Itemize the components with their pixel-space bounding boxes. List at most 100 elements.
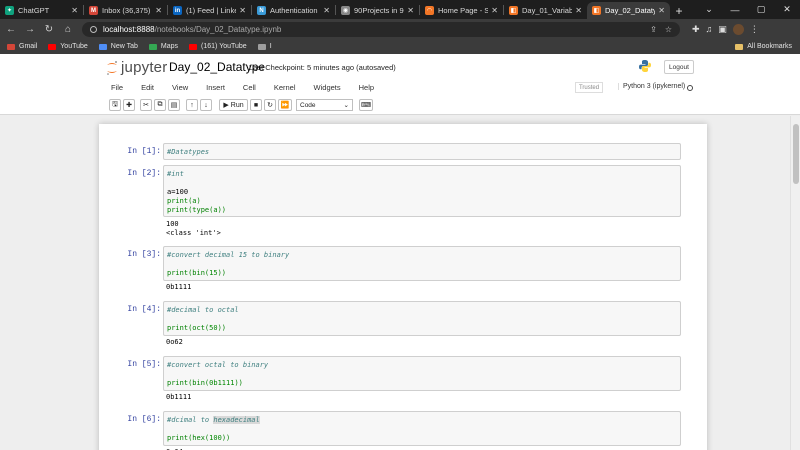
tab-search-icon[interactable]: ⌄	[696, 4, 722, 15]
reload-icon[interactable]: ↻	[41, 24, 57, 35]
cut-button[interactable]: ✂	[140, 99, 152, 111]
scrollbar-thumb[interactable]	[793, 124, 799, 184]
menu-insert[interactable]: Insert	[206, 83, 225, 92]
paste-button[interactable]: ▤	[168, 99, 180, 111]
close-tab-icon[interactable]: ✕	[491, 6, 498, 15]
bookmark-star-icon[interactable]: ☆	[665, 25, 672, 34]
cell-input[interactable]: #Datatypes	[163, 143, 681, 160]
bookmark-youtube-161[interactable]: (161) YouTube	[189, 43, 247, 50]
bookmark-gmail[interactable]: Gmail	[7, 43, 37, 50]
output-line: 0b1111	[166, 393, 192, 401]
menu-help[interactable]: Help	[359, 83, 374, 92]
menu-kernel[interactable]: Kernel	[274, 83, 296, 92]
browser-tab-90projects[interactable]: ◉ 90Projects in 90 ✕	[336, 2, 419, 19]
move-down-button[interactable]: ↓	[200, 99, 212, 111]
side-panel-icon[interactable]: ▣	[718, 24, 727, 35]
maximize-icon[interactable]: ▢	[748, 4, 774, 15]
interrupt-button[interactable]: ■	[250, 99, 262, 111]
share-icon[interactable]: ⇪	[650, 25, 657, 34]
vertical-scrollbar[interactable]	[790, 116, 800, 450]
gmail-icon	[7, 43, 15, 50]
close-window-icon[interactable]: ✕	[774, 4, 800, 15]
profile-avatar[interactable]	[732, 23, 744, 35]
cell-prompt: In [5]:	[127, 360, 161, 369]
cell-input[interactable]: #convert octal to binary print(bin(0b111…	[163, 356, 681, 391]
insert-cell-button[interactable]: ✚	[123, 99, 135, 111]
menu-view[interactable]: View	[172, 83, 188, 92]
gmail-icon: M	[89, 6, 98, 15]
site-info-icon[interactable]	[90, 25, 97, 33]
menu-file[interactable]: File	[111, 83, 123, 92]
browser-tab-home-page[interactable]: ◠ Home Page - Se ✕	[420, 2, 503, 19]
move-up-button[interactable]: ↑	[186, 99, 198, 111]
menu-edit[interactable]: Edit	[141, 83, 154, 92]
address-bar[interactable]: localhost:8888 /notebooks/Day_02_Datatyp…	[82, 21, 680, 37]
cell-type-select[interactable]: Code ⌄	[296, 99, 353, 111]
all-bookmarks-button[interactable]: All Bookmarks	[735, 43, 792, 50]
cell-input[interactable]: #convert decimal 15 to binary print(bin(…	[163, 246, 681, 281]
browser-menu-icon[interactable]: ⋮	[750, 24, 759, 35]
tab-title: ChatGPT	[18, 6, 50, 15]
bookmark-new-tab[interactable]: New Tab	[98, 43, 138, 50]
minimize-icon[interactable]: —	[722, 5, 748, 15]
bookmark-youtube[interactable]: YouTube	[48, 43, 88, 50]
cell-prompt: In [3]:	[127, 250, 161, 259]
browser-tab-linkedin[interactable]: in (1) Feed | Linked ✕	[168, 2, 251, 19]
cell-prompt: In [4]:	[127, 305, 161, 314]
bookmark-label: (161) YouTube	[201, 43, 247, 50]
jupyter-logo[interactable]: jupyter	[106, 59, 167, 76]
cell-input[interactable]: #int a=100 print(a) print(type(a))	[163, 165, 681, 217]
trusted-indicator[interactable]: Trusted	[575, 82, 603, 93]
restart-icon: ↻	[267, 102, 273, 109]
menu-widgets[interactable]: Widgets	[314, 83, 341, 92]
tab-title: (1) Feed | Linked	[186, 6, 236, 15]
copy-button[interactable]: ⧉	[154, 99, 166, 111]
notebook-container: In [1]: #Datatypes In [2]: #int a=100 pr…	[99, 124, 707, 450]
cell-input[interactable]: #decimal to octal print(oct(50))	[163, 301, 681, 336]
save-button[interactable]: 🖫	[109, 99, 121, 111]
code-line: #dcimal to hexadecimal	[167, 416, 677, 425]
media-icon[interactable]: ♫	[706, 24, 713, 34]
close-tab-icon[interactable]: ✕	[407, 6, 414, 15]
browser-tab-day02[interactable]: ◧ Day_02_Datatyp ✕	[587, 2, 670, 19]
browser-tab-gmail[interactable]: M Inbox (36,375) - ✕	[84, 2, 167, 19]
close-tab-icon[interactable]: ✕	[575, 6, 582, 15]
close-tab-icon[interactable]: ✕	[323, 6, 330, 15]
browser-tab-authentication[interactable]: N Authentication F ✕	[252, 2, 335, 19]
output-line: 0o62	[166, 338, 183, 346]
code-line: print(hex(100))	[167, 434, 231, 442]
back-icon[interactable]: ←	[3, 24, 19, 35]
kernel-name[interactable]: Python 3 (ipykernel)	[618, 83, 685, 90]
close-tab-icon[interactable]: ✕	[155, 6, 162, 15]
cell-prompt: In [1]:	[127, 147, 161, 156]
extensions-icon[interactable]: ✚	[692, 24, 700, 35]
restart-run-all-button[interactable]: ⏩	[278, 99, 292, 111]
code-line: #Datatypes	[167, 148, 210, 156]
scissors-icon: ✂	[143, 102, 149, 109]
close-tab-icon[interactable]: ✕	[71, 6, 78, 15]
notebook-area: In [1]: #Datatypes In [2]: #int a=100 pr…	[0, 116, 790, 450]
close-tab-icon[interactable]: ✕	[658, 6, 665, 15]
cell-output: 0b1111	[166, 393, 191, 402]
cell-input[interactable]: #dcimal to hexadecimal print(hex(100))	[163, 411, 681, 446]
close-tab-icon[interactable]: ✕	[239, 6, 246, 15]
url-host: localhost:8888	[103, 24, 155, 34]
browser-tab-chatgpt[interactable]: ✦ ChatGPT ✕	[0, 2, 83, 19]
new-tab-button[interactable]: +	[670, 2, 688, 19]
bookmark-i[interactable]: I	[257, 43, 272, 50]
bookmark-maps[interactable]: Maps	[148, 43, 178, 50]
run-button[interactable]: ▶ Run	[219, 99, 248, 111]
home-icon[interactable]: ⌂	[60, 24, 76, 35]
code-line: #convert decimal 15 to binary	[167, 251, 290, 259]
tab-title: Day_02_Datatyp	[605, 6, 656, 15]
menu-cell[interactable]: Cell	[243, 83, 256, 92]
browser-tab-day01[interactable]: ◧ Day_01_Variable ✕	[504, 2, 587, 19]
restart-button[interactable]: ↻	[264, 99, 276, 111]
code-line: #convert octal to binary	[167, 361, 269, 369]
forward-icon[interactable]: →	[22, 24, 38, 35]
command-palette-button[interactable]: ⌨	[359, 99, 373, 111]
logout-button[interactable]: Logout	[664, 60, 694, 74]
bookmark-label: New Tab	[110, 43, 138, 50]
code-line: #decimal to octal	[167, 306, 239, 314]
